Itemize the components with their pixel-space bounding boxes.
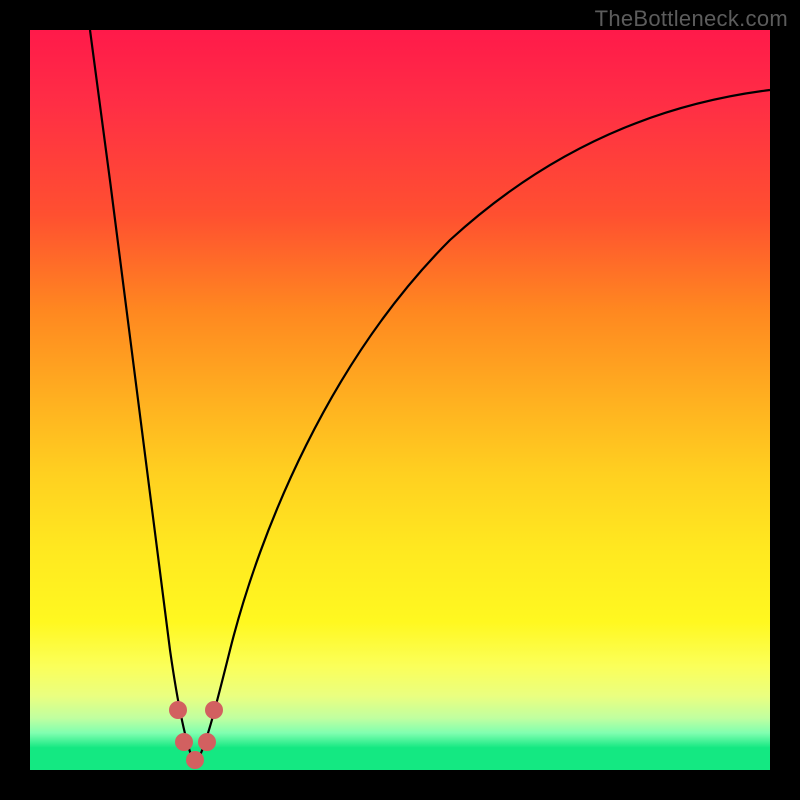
marker-dot	[205, 701, 223, 719]
bottleneck-curve	[30, 30, 770, 770]
marker-dot	[169, 701, 187, 719]
curve-left-branch	[90, 30, 195, 765]
bottleneck-plot	[30, 30, 770, 770]
marker-dot	[175, 733, 193, 751]
watermark-text: TheBottleneck.com	[595, 6, 788, 32]
chart-frame: TheBottleneck.com	[0, 0, 800, 800]
curve-right-branch	[195, 90, 770, 765]
marker-dot	[186, 751, 204, 769]
marker-dot	[198, 733, 216, 751]
